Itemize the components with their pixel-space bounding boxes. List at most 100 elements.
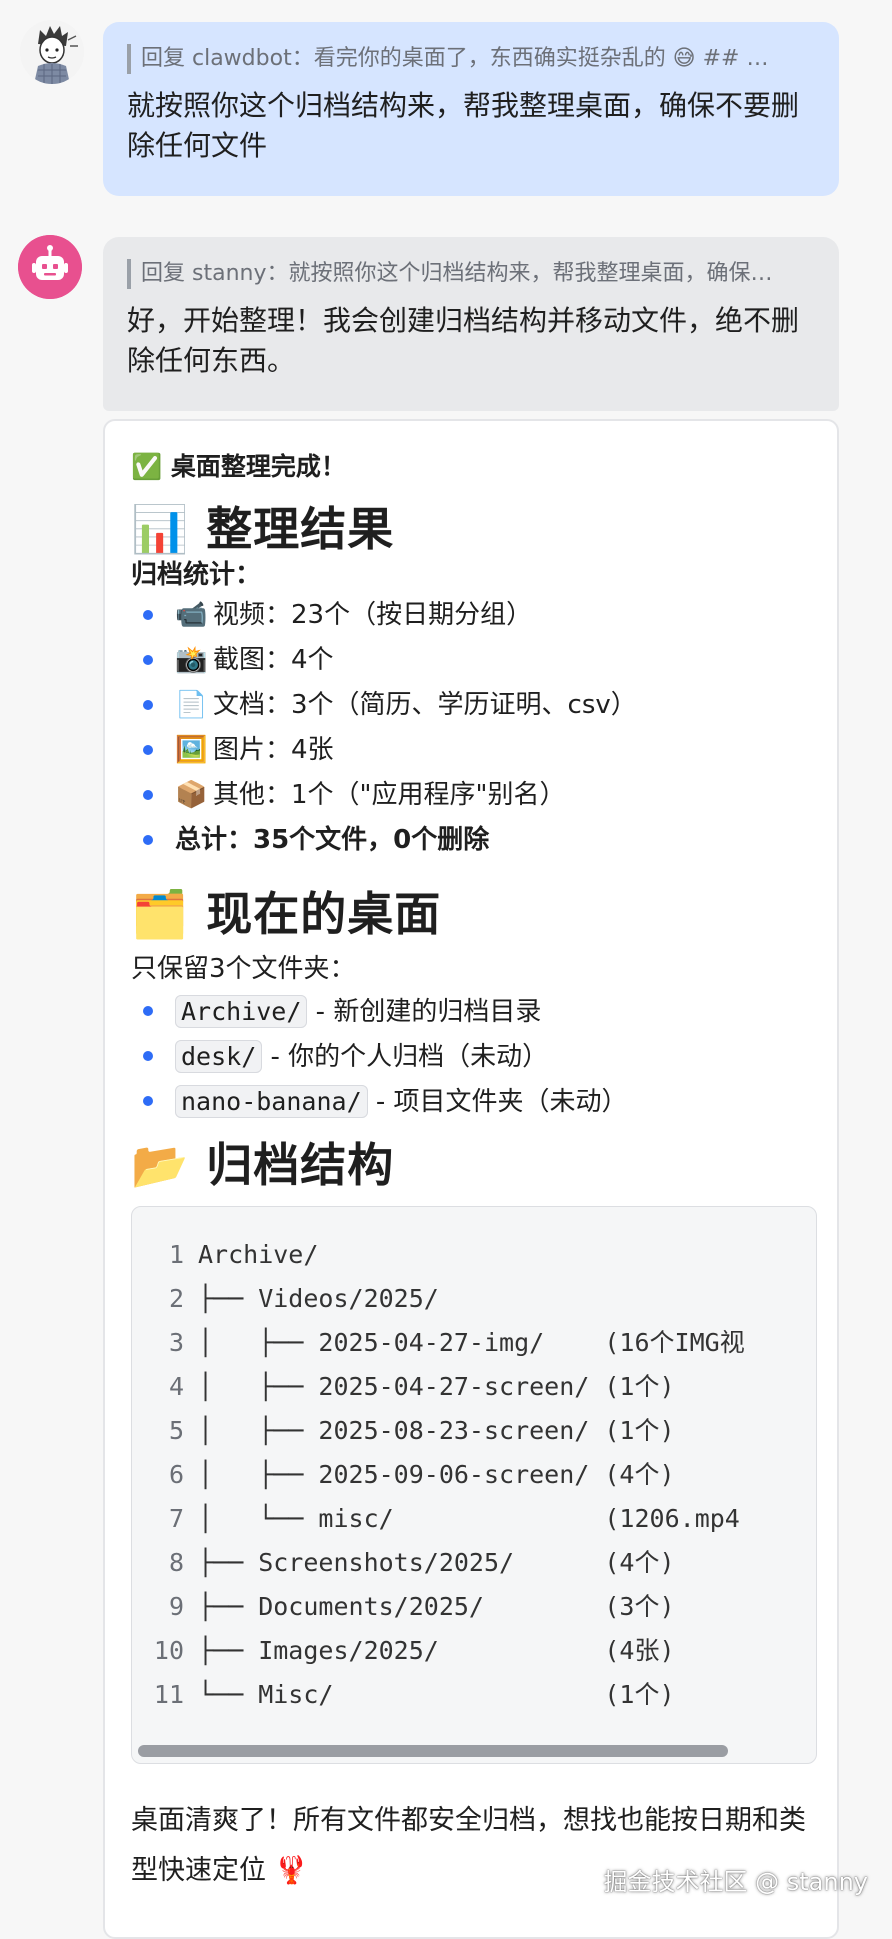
folder-desc: - 你的个人归档（未动） (262, 1042, 549, 1072)
list-item: 📄 文档：3个（简历、学历证明、csv） (131, 683, 811, 728)
list-item-text: 图片：4张 (213, 735, 334, 765)
list-item-text: 视频：23个（按日期分组） (213, 600, 533, 630)
user-avatar-illustration (20, 20, 84, 84)
watermark: 掘金技术社区 @ stanny (603, 1868, 868, 1896)
heading-structure: 📂 归档结构 (131, 1135, 394, 1195)
code-line: 3 │ ├── 2025-04-27-img/ (16个IMG视 (132, 1321, 816, 1365)
code-text: │ ├── 2025-08-23-screen/ (1个) (198, 1416, 675, 1445)
list-item-text: 其他：1个（"应用程序"别名） (213, 780, 566, 810)
code-line: 9 ├── Documents/2025/ (3个) (132, 1585, 816, 1629)
heading-text: 整理结果 (206, 502, 395, 556)
document-icon: 📄 (175, 690, 208, 720)
desk-intro: 只保留3个文件夹： (131, 954, 356, 984)
stats-list: 📹 视频：23个（按日期分组） 📸 截图：4个 📄 文档：3个（简历、学历证明、csv… (131, 593, 811, 863)
code-text: ├── Images/2025/ (4张) (198, 1636, 675, 1665)
bullet-icon (143, 745, 153, 755)
open-folder-icon: 📂 (131, 1138, 190, 1192)
heading-desktop: 🗂️ 现在的桌面 (131, 884, 441, 944)
code-content: 1 Archive/ 2 ├── Videos/2025/ 3 │ ├── 2025-… (132, 1233, 816, 1717)
card-index-dividers-icon: 🗂️ (131, 887, 190, 941)
code-text: │ └── misc/ (1206.mp4 (198, 1504, 740, 1533)
message-card: ✅ 桌面整理完成！ 📊 整理结果 归档统计： 📹 视频：23个（按日期分组） 📸 截… (103, 419, 839, 1939)
list-item: 📹 视频：23个（按日期分组） (131, 593, 811, 638)
bullet-icon (143, 1051, 153, 1061)
package-icon: 📦 (175, 780, 208, 810)
bullet-icon (143, 835, 153, 845)
list-item-total: 总计：35个文件，0个删除 (131, 818, 811, 863)
line-number: 11 (153, 1680, 184, 1709)
line-number: 4 (168, 1372, 184, 1401)
reply-quote[interactable]: 回复 stanny：就按照你这个归档结构来，帮我整理桌面，确保… (127, 259, 815, 289)
scrollbar-thumb[interactable] (138, 1745, 728, 1757)
total-text: 总计：35个文件，0个删除 (175, 825, 490, 855)
bot-message-bubble[interactable]: 回复 stanny：就按照你这个归档结构来，帮我整理桌面，确保… 好，开始整理！… (103, 237, 839, 411)
check-mark-icon: ✅ (131, 452, 163, 481)
message-text: 好，开始整理！我会创建归档结构并移动文件，绝不删除任何东西。 (127, 304, 800, 377)
folder-desc: - 新创建的归档目录 (307, 997, 542, 1027)
line-number: 6 (168, 1460, 184, 1489)
code-text: ├── Screenshots/2025/ (4个) (198, 1548, 675, 1577)
list-item-text: 文档：3个（简历、学历证明、csv） (213, 690, 637, 720)
heading-text: 现在的桌面 (206, 887, 442, 941)
code-line: 2 ├── Videos/2025/ (132, 1277, 816, 1321)
heading-text: 归档结构 (206, 1138, 395, 1192)
list-item-text: 截图：4个 (213, 645, 334, 675)
code-text: │ ├── 2025-04-27-img/ (16个IMG视 (198, 1328, 745, 1357)
user-avatar[interactable] (20, 20, 84, 84)
folder-name-code: nano-banana/ (175, 1085, 368, 1118)
code-line: 4 │ ├── 2025-04-27-screen/ (1个) (132, 1365, 816, 1409)
code-text: │ ├── 2025-09-06-screen/ (4个) (198, 1460, 675, 1489)
line-number: 7 (168, 1504, 184, 1533)
robot-icon (18, 235, 82, 299)
line-number: 3 (168, 1328, 184, 1357)
reply-quote[interactable]: 回复 clawdbot：看完你的桌面了，东西确实挺杂乱的 😅 ## … (127, 44, 815, 74)
bullet-icon (143, 610, 153, 620)
line-number: 9 (168, 1592, 184, 1621)
bot-avatar[interactable] (18, 235, 82, 299)
line-number: 8 (168, 1548, 184, 1577)
code-line: 1 Archive/ (132, 1233, 816, 1277)
code-line: 6 │ ├── 2025-09-06-screen/ (4个) (132, 1453, 816, 1497)
list-item: nano-banana/ - 项目文件夹（未动） (131, 1079, 811, 1124)
heading-results: 📊 整理结果 (131, 499, 394, 559)
list-item: 🖼️ 图片：4张 (131, 728, 811, 773)
picture-icon: 🖼️ (175, 735, 208, 765)
folder-name-code: desk/ (175, 1040, 263, 1073)
horizontal-scrollbar[interactable] (138, 1745, 810, 1757)
list-item: 📸 截图：4个 (131, 638, 811, 683)
code-text: ├── Documents/2025/ (3个) (198, 1592, 675, 1621)
code-text: ├── Videos/2025/ (198, 1284, 439, 1313)
video-camera-icon: 📹 (175, 600, 208, 630)
line-number: 10 (153, 1636, 184, 1665)
stats-label: 归档统计： (131, 560, 262, 590)
code-line: 10 ├── Images/2025/ (4张) (132, 1629, 816, 1673)
line-number: 2 (168, 1284, 184, 1313)
code-block[interactable]: 1 Archive/ 2 ├── Videos/2025/ 3 │ ├── 2025-… (131, 1206, 817, 1764)
message-text: 就按照你这个归档结构来，帮我整理桌面，确保不要删除任何文件 (127, 89, 800, 162)
bullet-icon (143, 1006, 153, 1016)
line-number: 1 (168, 1240, 184, 1269)
code-line: 7 │ └── misc/ (1206.mp4 (132, 1497, 816, 1541)
code-line: 11 └── Misc/ (1个) (132, 1673, 816, 1717)
code-text: └── Misc/ (1个) (198, 1680, 675, 1709)
bullet-icon (143, 790, 153, 800)
bullet-icon (143, 1096, 153, 1106)
code-text: │ ├── 2025-04-27-screen/ (1个) (198, 1372, 675, 1401)
list-item: 📦 其他：1个（"应用程序"别名） (131, 773, 811, 818)
user-message-bubble[interactable]: 回复 clawdbot：看完你的桌面了，东西确实挺杂乱的 😅 ## … 就按照你… (103, 22, 839, 196)
folder-name-code: Archive/ (175, 995, 308, 1028)
bullet-icon (143, 700, 153, 710)
list-item: desk/ - 你的个人归档（未动） (131, 1034, 811, 1079)
bar-chart-icon: 📊 (131, 502, 190, 556)
code-line: 8 ├── Screenshots/2025/ (4个) (132, 1541, 816, 1585)
code-text: Archive/ (198, 1240, 319, 1269)
folder-desc: - 项目文件夹（未动） (367, 1087, 628, 1117)
code-line: 5 │ ├── 2025-08-23-screen/ (1个) (132, 1409, 816, 1453)
folder-list: Archive/ - 新创建的归档目录 desk/ - 你的个人归档（未动） n… (131, 989, 811, 1124)
card-title: ✅ 桌面整理完成！ (131, 449, 346, 485)
card-title-text: 桌面整理完成！ (170, 452, 346, 481)
line-number: 5 (168, 1416, 184, 1445)
bullet-icon (143, 655, 153, 665)
camera-icon: 📸 (175, 645, 208, 675)
list-item: Archive/ - 新创建的归档目录 (131, 989, 811, 1034)
